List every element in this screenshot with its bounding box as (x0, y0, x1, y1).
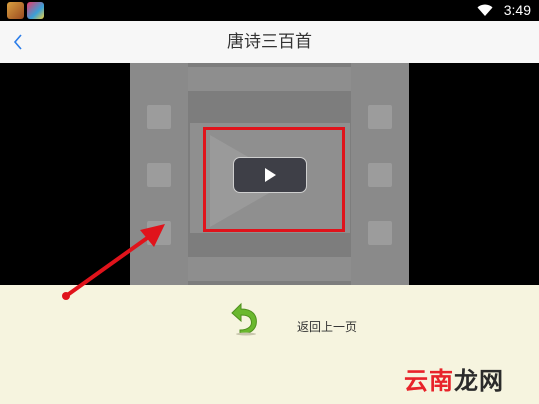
film-band-top (188, 67, 351, 91)
return-label[interactable]: 返回上一页 (297, 318, 357, 335)
film-perforation (147, 105, 171, 129)
film-strip-right (351, 63, 409, 285)
app-notification-icon (27, 2, 44, 19)
film-perforation (147, 163, 171, 187)
film-strip-left (130, 63, 188, 285)
app-notification-icon (7, 2, 24, 19)
return-arrow-icon[interactable] (226, 300, 262, 336)
status-bar: 3:49 (0, 0, 539, 21)
film-perforation (368, 163, 392, 187)
wifi-icon (477, 4, 493, 16)
film-perforation (368, 221, 392, 245)
film-perforation (147, 221, 171, 245)
video-player[interactable] (0, 63, 539, 285)
film-perforation (368, 105, 392, 129)
page-title: 唐诗三百首 (227, 32, 312, 52)
watermark-logo: 云南龙网 (404, 367, 504, 395)
header-bar: 唐诗三百首 (0, 21, 539, 64)
play-button[interactable] (233, 157, 307, 193)
play-icon (265, 168, 276, 182)
film-band-bottom (188, 257, 351, 281)
status-time: 3:49 (503, 2, 531, 18)
